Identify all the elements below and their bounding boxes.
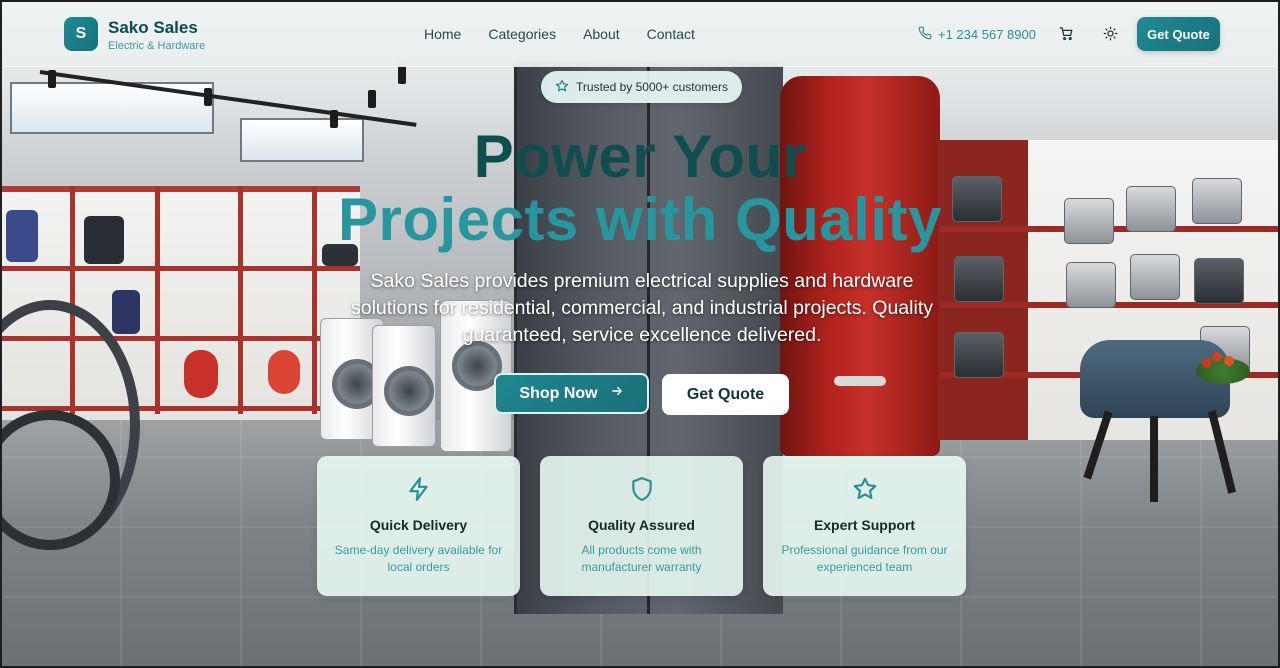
- site-header: S Sako Sales Electric & Hardware Home Ca…: [0, 0, 1280, 67]
- nav-categories[interactable]: Categories: [488, 26, 556, 42]
- arrow-right-icon: [610, 384, 624, 403]
- nav-contact[interactable]: Contact: [647, 26, 695, 42]
- sun-icon[interactable]: [1101, 24, 1119, 42]
- trust-badge-text: Trusted by 5000+ customers: [576, 80, 728, 94]
- trust-badge: Trusted by 5000+ customers: [541, 71, 742, 103]
- shop-now-button[interactable]: Shop Now: [494, 373, 649, 414]
- cart-icon[interactable]: [1057, 24, 1075, 42]
- hero-get-quote-button[interactable]: Get Quote: [662, 374, 789, 415]
- main-nav: Home Categories About Contact: [424, 26, 695, 42]
- hero-title-line2: Projects with Quality: [338, 186, 942, 253]
- feature-card-quick-delivery: Quick Delivery Same-day delivery availab…: [317, 456, 520, 596]
- feature-description: Professional guidance from our experienc…: [781, 543, 948, 574]
- hero-title-line1: Power Your: [473, 123, 807, 190]
- feature-cards: Quick Delivery Same-day delivery availab…: [317, 456, 966, 596]
- feature-description: Same-day delivery available for local or…: [334, 543, 503, 574]
- brand-tagline: Electric & Hardware: [108, 40, 206, 52]
- brand-name[interactable]: Sako Sales: [108, 18, 198, 38]
- phone-number: +1 234 567 8900: [938, 27, 1036, 42]
- header-get-quote-button[interactable]: Get Quote: [1137, 17, 1220, 51]
- feature-card-expert-support: Expert Support Professional guidance fro…: [763, 456, 966, 596]
- star-icon: [763, 476, 966, 502]
- feature-description: All products come with manufacturer warr…: [581, 543, 702, 574]
- nav-about[interactable]: About: [583, 26, 620, 42]
- feature-title: Quality Assured: [588, 517, 695, 533]
- logo-badge[interactable]: S: [64, 17, 98, 51]
- feature-title: Expert Support: [813, 517, 916, 533]
- shop-now-label: Shop Now: [519, 384, 598, 402]
- star-outline-icon: [555, 79, 569, 96]
- feature-title: Quick Delivery: [369, 517, 468, 533]
- phone-icon: [918, 26, 932, 43]
- lightning-icon: [317, 476, 520, 502]
- phone-link[interactable]: +1 234 567 8900: [918, 26, 1036, 43]
- hero-subtitle: Sako Sales provides premium electrical s…: [350, 270, 933, 346]
- shield-icon: [540, 476, 743, 502]
- feature-card-quality-assured: Quality Assured All products come with m…: [540, 456, 743, 596]
- nav-home[interactable]: Home: [424, 26, 461, 42]
